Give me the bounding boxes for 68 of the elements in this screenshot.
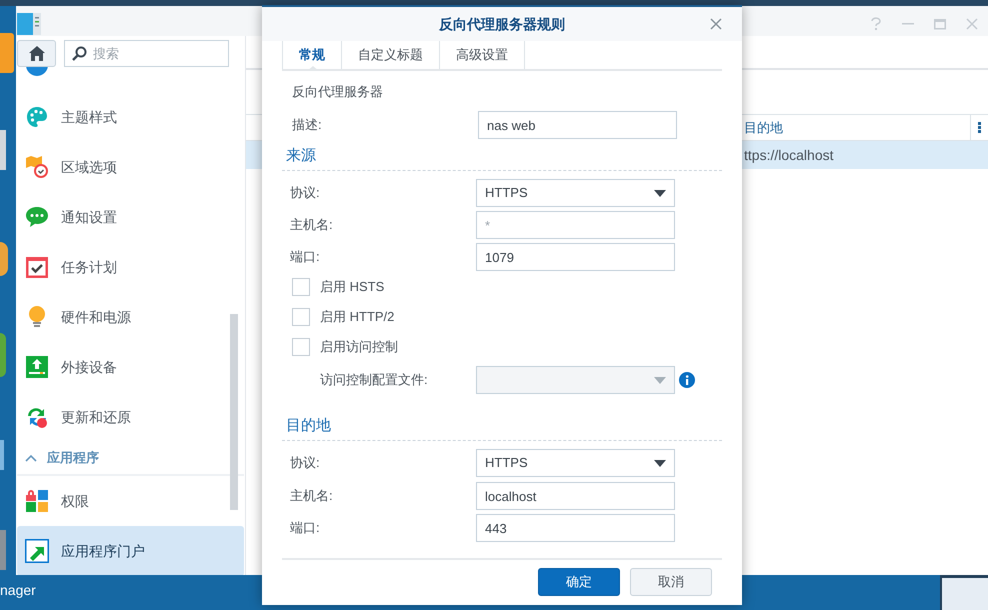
tab[interactable]: 常规 bbox=[282, 41, 341, 69]
section-heading: 目的地 bbox=[285, 416, 331, 436]
form-subtitle: 反向代理服务器 bbox=[291, 83, 383, 102]
sidebar-item[interactable]: 主题样式 bbox=[17, 92, 244, 142]
tab[interactable]: 高级设置 bbox=[439, 41, 525, 69]
checkbox[interactable] bbox=[292, 338, 310, 356]
protocol-select[interactable]: HTTPS bbox=[476, 179, 675, 207]
table-cell-text: ttps://localhost bbox=[744, 146, 834, 165]
search-icon bbox=[72, 46, 87, 61]
checkbox-label: 启用 HTTP/2 bbox=[320, 308, 394, 326]
maximize-icon[interactable] bbox=[934, 18, 946, 30]
sidebar-item[interactable]: 任务计划 bbox=[17, 242, 244, 292]
sidebar-item[interactable]: 通知设置 bbox=[17, 192, 244, 242]
column-header[interactable]: 目的地 bbox=[744, 118, 970, 138]
close-icon[interactable] bbox=[966, 18, 978, 30]
panel-logo-icon bbox=[17, 12, 41, 36]
palette-icon bbox=[25, 105, 49, 129]
search-field[interactable]: 搜索 bbox=[64, 40, 229, 67]
input-field[interactable]: nas web bbox=[478, 111, 677, 139]
close-icon[interactable] bbox=[710, 18, 722, 30]
field-label: 端口: bbox=[289, 519, 321, 538]
field-label: 访问控制配置文件: bbox=[319, 371, 429, 390]
window-thumbnail[interactable] bbox=[940, 575, 988, 610]
app-icon[interactable] bbox=[0, 242, 8, 276]
dropdown-caret-icon bbox=[654, 460, 666, 466]
dropdown-caret-icon bbox=[654, 376, 666, 384]
input-field[interactable]: localhost bbox=[476, 482, 675, 510]
section-heading: 来源 bbox=[285, 146, 316, 166]
sidebar-item[interactable]: 硬件和电源 bbox=[17, 292, 244, 342]
tab[interactable]: 自定义标题 bbox=[341, 41, 439, 69]
calendar-check-icon bbox=[25, 255, 49, 279]
help-icon[interactable] bbox=[870, 17, 882, 31]
input-field[interactable]: * bbox=[476, 211, 675, 239]
field-label: 协议: bbox=[289, 184, 321, 202]
sidebar-item[interactable]: 区域选项 bbox=[17, 142, 244, 192]
sidebar-item[interactable]: 外接设备 bbox=[17, 342, 244, 392]
confirm-button[interactable]: 确定 bbox=[538, 568, 620, 596]
taskbar-label: nager bbox=[0, 581, 36, 600]
checkbox-label: 启用访问控制 bbox=[320, 338, 398, 356]
map-clock-icon bbox=[25, 155, 49, 179]
checkbox[interactable] bbox=[292, 278, 310, 296]
grid-lock-icon bbox=[25, 489, 49, 513]
checkbox-label: 启用 HSTS bbox=[320, 278, 384, 296]
field-label: 端口: bbox=[289, 248, 321, 266]
scrollbar-thumb[interactable] bbox=[230, 314, 238, 510]
kebab-icon[interactable] bbox=[978, 122, 981, 133]
checkbox[interactable] bbox=[292, 308, 310, 326]
dropdown-caret-icon bbox=[654, 190, 666, 196]
chat-icon bbox=[25, 205, 49, 229]
sidebar-item[interactable]: 权限 bbox=[17, 476, 244, 526]
field-label: 主机名: bbox=[289, 216, 334, 234]
shortcut-icon bbox=[25, 539, 49, 563]
home-button[interactable] bbox=[17, 40, 56, 67]
chevron-icon bbox=[25, 454, 37, 462]
field-label: 协议: bbox=[289, 454, 321, 472]
info-icon[interactable] bbox=[679, 372, 695, 388]
upload-icon bbox=[25, 355, 49, 379]
sidebar-item[interactable]: 更新和还原 bbox=[17, 392, 244, 442]
cancel-button[interactable]: 取消 bbox=[630, 568, 712, 596]
field-label: 描述: bbox=[291, 116, 323, 134]
home-icon bbox=[28, 46, 44, 61]
app-icon[interactable] bbox=[0, 333, 6, 377]
field-label: 主机名: bbox=[289, 487, 334, 506]
sidebar-item[interactable]: 应用程序门户 bbox=[17, 526, 244, 575]
dialog-title: 反向代理服务器规则 bbox=[439, 14, 565, 34]
input-field[interactable]: 1079 bbox=[476, 243, 675, 271]
protocol-select[interactable]: HTTPS bbox=[476, 449, 675, 477]
input-field[interactable]: 443 bbox=[476, 514, 675, 542]
